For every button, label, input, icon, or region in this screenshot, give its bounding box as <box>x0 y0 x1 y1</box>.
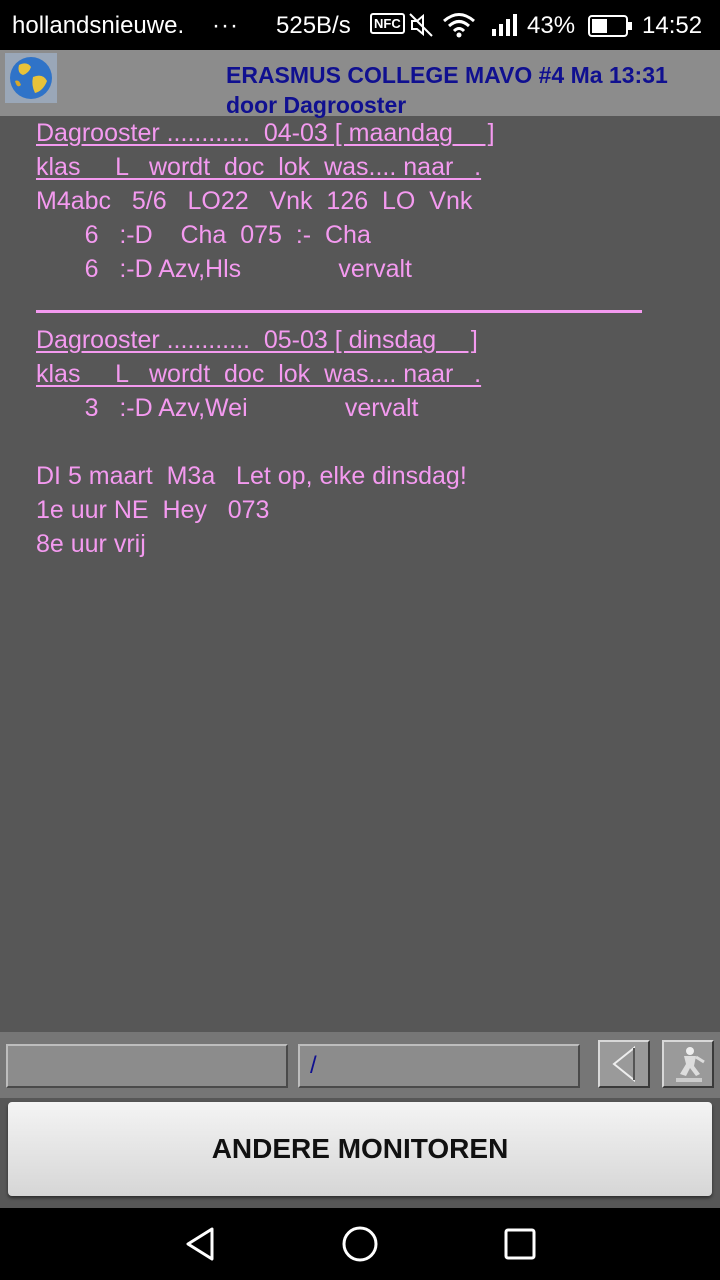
schedule-content: Dagrooster ............ 04-03 [ maandag … <box>36 116 706 561</box>
wifi-icon <box>442 12 476 45</box>
status-network-speed: 525B/s <box>276 12 351 39</box>
triangle-left-icon <box>612 1045 635 1083</box>
back-icon[interactable] <box>180 1224 220 1269</box>
note-line: 8e uur vrij <box>36 530 146 558</box>
signal-icon <box>490 12 520 45</box>
schedule-row: M4abc 5/6 LO22 Vnk 126 LO Vnk <box>36 187 473 215</box>
nfc-icon: NFC <box>370 13 405 34</box>
globe-icon[interactable] <box>5 53 57 103</box>
mute-icon <box>408 12 434 45</box>
day2-column-headers: klas L wordt doc lok was.... naar . <box>36 360 482 388</box>
runner-statue-icon <box>676 1047 705 1082</box>
page-title: ERASMUS COLLEGE MAVO #4 Ma 13:31 <box>226 62 668 88</box>
section-divider <box>36 310 642 313</box>
schedule-row: 3 :-D Azv,Wei vervalt <box>36 394 419 422</box>
runner-button[interactable] <box>662 1040 714 1088</box>
system-nav-bar <box>0 1208 720 1280</box>
back-arrow-button[interactable] <box>598 1040 650 1088</box>
control-bar: / <box>0 1032 720 1102</box>
status-app-name: hollandsnieuwe. <box>12 12 185 39</box>
status-more-dots: ··· <box>212 12 239 39</box>
day2-heading: Dagrooster ............ 05-03 [ dinsdag … <box>36 326 478 354</box>
input-field-left[interactable] <box>6 1044 288 1088</box>
home-icon[interactable] <box>340 1224 380 1269</box>
note-line: 1e uur NE Hey 073 <box>36 496 270 524</box>
status-time: 14:52 <box>642 12 703 39</box>
day1-column-headers: klas L wordt doc lok was.... naar . <box>36 153 482 181</box>
battery-percent: 43% <box>527 12 576 39</box>
battery-icon <box>588 14 634 45</box>
day1-heading: Dagrooster ............ 04-03 [ maandag … <box>36 119 495 147</box>
schedule-row: 6 :-D Azv,Hls vervalt <box>36 255 413 283</box>
schedule-row: 6 :-D Cha 075 :- Cha <box>36 221 371 249</box>
recents-icon[interactable] <box>500 1224 540 1269</box>
page-subtitle: door Dagrooster <box>226 92 407 118</box>
note-line: DI 5 maart M3a Let op, elke dinsdag! <box>36 462 467 490</box>
app-header: ERASMUS COLLEGE MAVO #4 Ma 13:31 door Da… <box>0 50 720 118</box>
input-field-right[interactable]: / <box>298 1044 580 1088</box>
andere-monitoren-button[interactable]: ANDERE MONITOREN <box>8 1102 712 1196</box>
status-bar: hollandsnieuwe. ··· 525B/s NFC 43% 14:52 <box>0 0 720 50</box>
main-button-area: ANDERE MONITOREN <box>0 1098 720 1208</box>
